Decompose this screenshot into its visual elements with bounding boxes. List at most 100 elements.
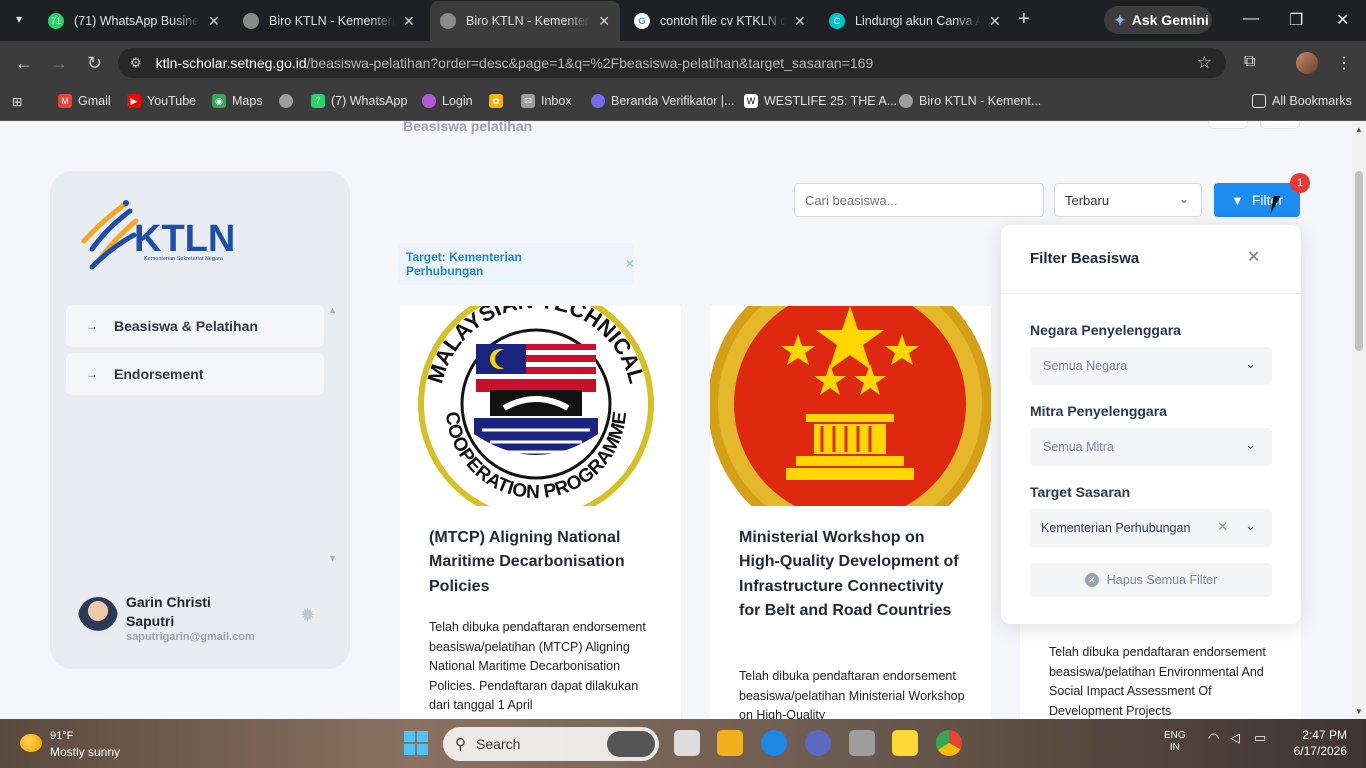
remove-chip-icon[interactable]: ✕ [626, 259, 634, 270]
close-tab-icon[interactable]: ✕ [403, 13, 415, 30]
bookmark-whatsapp[interactable]: 7 (7) WhatsApp [311, 94, 407, 108]
tab-biro-ktln-1[interactable]: Biro KTLN - Kementerian ✕ [233, 5, 425, 37]
header-button[interactable] [1208, 121, 1248, 129]
tab-whatsapp[interactable]: 71 (71) WhatsApp Business ✕ [38, 5, 230, 37]
tab-title: Biro KTLN - Kementerian [466, 14, 590, 28]
page-scrollbar[interactable]: ▲ ▼ [1352, 121, 1366, 719]
bookmark-inbox[interactable]: ✉ Inbox [521, 94, 572, 108]
tab-biro-ktln-active[interactable]: Biro KTLN - Kementerian ✕ [430, 1, 620, 41]
arrow-right-icon: → [86, 367, 98, 381]
camera-icon[interactable] [849, 730, 875, 756]
apps-grid-icon[interactable]: ⊞ [12, 94, 22, 109]
close-tab-icon[interactable]: ✕ [794, 13, 806, 30]
login-icon [422, 94, 436, 108]
bookmark-login[interactable]: Login [422, 94, 473, 108]
tab-canva[interactable]: C Lindungi akun Canva Anda ✕ [819, 5, 1011, 37]
search-input[interactable] [794, 183, 1044, 217]
bookmark-photos[interactable]: ✿ [489, 94, 509, 108]
battery-icon[interactable]: ▭ [1254, 730, 1266, 746]
minimize-icon[interactable]: — [1243, 10, 1259, 28]
wifi-icon[interactable]: ◠ [1208, 730, 1219, 746]
scrollbar-thumb[interactable] [1355, 171, 1363, 351]
bookmark-biro-ktln[interactable]: Biro KTLN - Kement... [899, 94, 1041, 108]
ask-gemini-button[interactable]: ✦ Ask Gemini [1104, 6, 1212, 34]
system-clock[interactable]: 2:47 PM 6/17/2026 [1292, 727, 1347, 759]
close-tab-icon[interactable]: ✕ [989, 13, 1001, 30]
bookmark-youtube[interactable]: ▶ YouTube [127, 94, 196, 108]
tab-search-icon[interactable]: ▾ [8, 8, 30, 30]
all-bookmarks[interactable]: All Bookmarks [1252, 94, 1352, 108]
close-tab-icon[interactable]: ✕ [598, 13, 610, 30]
more-menu-icon[interactable]: ⋮ [1336, 53, 1352, 73]
reload-icon[interactable]: ↻ [87, 53, 102, 74]
restore-icon[interactable]: ❐ [1289, 10, 1303, 30]
site-info-icon[interactable]: ⚙ [130, 55, 142, 71]
clear-all-filters-button[interactable]: ✕ Hapus Semua Filter [1030, 563, 1272, 597]
forward-arrow-icon[interactable]: → [50, 53, 68, 74]
close-tab-icon[interactable]: ✕ [208, 13, 220, 30]
back-arrow-icon[interactable]: ← [15, 53, 33, 74]
clear-selection-icon[interactable]: ✕ [1217, 519, 1228, 535]
clock-date: 6/17/2026 [1293, 744, 1347, 758]
target-select[interactable]: Kementerian Perhubungan ✕ ⌄ [1030, 509, 1272, 547]
bookmark-maps[interactable]: ◉ Maps [212, 94, 263, 108]
tab-google-search[interactable]: G contoh file cv KTKLN dan ✕ [624, 5, 816, 37]
maps-pin-icon: ◉ [212, 94, 226, 108]
card-description: Telah dibuka pendaftaran endorsement bea… [429, 620, 646, 712]
language-indicator[interactable]: ENG IN [1164, 730, 1186, 754]
filter-button[interactable]: ▼ Filter [1214, 183, 1300, 217]
card-title[interactable]: (MTCP) Aligning National Maritime Decarb… [429, 526, 659, 599]
scholarship-card[interactable]: Telah dibuka pendaftaran endorsement bea… [1020, 619, 1301, 719]
active-filter-chip[interactable]: Target: Kementerian Perhubungan ✕ [398, 243, 634, 285]
sticky-notes-icon[interactable] [892, 730, 918, 756]
profile-avatar[interactable] [1296, 52, 1318, 74]
volume-icon[interactable]: ◁ [1230, 730, 1240, 746]
weather-widget[interactable]: 91°F Mostly sunny [18, 728, 128, 760]
omnibox[interactable]: ⚙ ktln-scholar.setneg.go.id/beasiswa-pel… [118, 48, 1226, 78]
bookmark-star-icon[interactable]: ☆ [1197, 53, 1212, 73]
taskbar-search[interactable]: ⚲ Search [443, 727, 659, 761]
avatar [78, 597, 118, 637]
sidebar-item-label: Beasiswa & Pelatihan [114, 318, 258, 334]
bookmark-verifikator[interactable]: Beranda Verifikator |... [591, 94, 734, 108]
scholarship-card[interactable]: MALAYSIAN TECHNICAL COOPERATION PROGRAMM… [400, 306, 681, 719]
url-text[interactable]: ktln-scholar.setneg.go.id/beasiswa-pelat… [156, 55, 874, 71]
bookmark-globe[interactable] [279, 94, 299, 108]
new-tab-icon[interactable]: + [1018, 8, 1030, 31]
windows-start-icon[interactable] [404, 731, 428, 755]
edge-icon[interactable] [761, 730, 787, 756]
sort-select[interactable]: Terbaru ⌄ [1054, 183, 1202, 217]
tab-title: contoh file cv KTKLN dan [660, 14, 786, 28]
scholarship-card[interactable]: Ministerial Workshop on High-Quality Dev… [710, 306, 991, 719]
bookmark-westlife[interactable]: W WESTLIFE 25: THE A... [744, 94, 897, 108]
browser-tab-strip: ▾ 71 (71) WhatsApp Business ✕ Biro KTLN … [0, 0, 1366, 41]
globe-icon [899, 94, 913, 108]
scroll-up-caret-icon[interactable]: ▲ [328, 305, 337, 315]
file-explorer-icon[interactable] [717, 730, 743, 756]
target-value: Kementerian Perhubungan [1041, 521, 1191, 535]
task-view-icon[interactable] [674, 730, 700, 756]
card-title[interactable]: Ministerial Workshop on High-Quality Dev… [739, 526, 969, 623]
extensions-icon[interactable]: ⧉ [1244, 53, 1255, 71]
scroll-down-caret-icon[interactable]: ▼ [328, 553, 337, 563]
header-button[interactable] [1260, 121, 1300, 129]
bookmark-label: WESTLIFE 25: THE A... [764, 94, 898, 108]
app-icon[interactable] [805, 730, 831, 756]
pinwheel-icon: ✿ [489, 94, 503, 108]
close-icon[interactable]: ✕ [1247, 247, 1260, 267]
sidebar-item-beasiswa[interactable]: → Beasiswa & Pelatihan [66, 305, 324, 347]
country-select[interactable]: Semua Negara ⌄ [1030, 347, 1272, 385]
sidebar-item-endorsement[interactable]: → Endorsement [66, 353, 324, 395]
scroll-up-icon[interactable]: ▲ [1355, 125, 1363, 134]
partner-select[interactable]: Semua Mitra ⌄ [1030, 428, 1272, 466]
close-window-icon[interactable]: ✕ [1336, 10, 1349, 30]
user-profile[interactable]: Garin Christi Saputri saputrigarin@gmail… [78, 591, 328, 643]
chrome-icon[interactable] [936, 730, 962, 756]
gear-icon[interactable]: ✹ [300, 605, 315, 626]
scroll-down-icon[interactable]: ▼ [1355, 707, 1363, 716]
bookmark-gmail[interactable]: M Gmail [58, 94, 111, 108]
chevron-down-icon: ⌄ [1245, 356, 1256, 371]
filter-panel: Filter Beasiswa ✕ Negara Penyelenggara S… [1001, 225, 1301, 624]
arrow-right-icon: → [86, 319, 98, 333]
bookmark-label: Login [442, 94, 473, 108]
